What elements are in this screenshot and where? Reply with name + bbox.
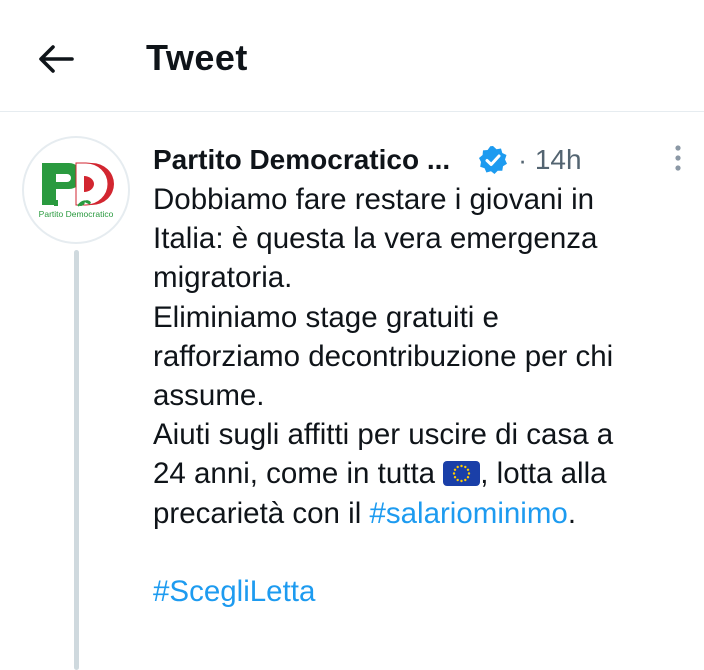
tweet-line: Aiuti sugli affitti per uscire di casa a [153, 418, 614, 452]
vertical-dots-icon [675, 145, 681, 171]
tweet-line: 24 anni, come in tutta , lotta alla [153, 454, 693, 493]
tweet-line: Italia: è questa la vera emergenza [153, 222, 598, 256]
eu-flag-emoji [443, 461, 481, 487]
thread-line [74, 250, 79, 670]
tweet-text-segment: , lotta alla [480, 457, 607, 491]
hashtag-link-scegliletta[interactable]: #ScegliLetta [153, 575, 315, 608]
tweet-timestamp[interactable]: 14h [535, 144, 582, 176]
hashtag-link-salariominimo[interactable]: #salariominimo [369, 497, 567, 530]
tweet-text-segment: precarietà con il [153, 496, 370, 530]
tweet-line: rafforziamo decontribuzione per chi [153, 339, 614, 373]
more-options-button[interactable] [668, 142, 688, 176]
back-button[interactable] [30, 36, 82, 82]
tweet-line: assume. [153, 379, 265, 413]
partito-democratico-logo: Partito Democratico [39, 162, 114, 219]
top-bar: Tweet [0, 0, 704, 112]
verified-badge-icon [478, 145, 508, 175]
separator-dot: · [518, 144, 527, 175]
author-display-name[interactable]: Partito Democratico ... [153, 144, 450, 176]
arrow-left-icon [39, 45, 74, 73]
tweet-line: migratoria. [153, 261, 293, 295]
tweet-line: Eliminiamo stage gratuiti e [153, 300, 499, 334]
page-title: Tweet [146, 37, 248, 78]
tweet-line: precarietà con il #salariominimo. [153, 494, 693, 533]
tweet-line: Dobbiamo fare restare i giovani in [153, 183, 595, 216]
tweet-text-segment: 24 anni, come in tutta [153, 457, 444, 491]
tweet-text: Dobbiamo fare restare i giovani in Itali… [153, 180, 693, 611]
avatar[interactable]: Partito Democratico [22, 136, 130, 244]
logo-caption: Partito Democratico [39, 209, 114, 219]
tweet-line: #ScegliLetta [153, 572, 693, 611]
author-row: Partito Democratico ... · 14h [153, 140, 582, 180]
tweet-text-segment: . [567, 496, 577, 530]
